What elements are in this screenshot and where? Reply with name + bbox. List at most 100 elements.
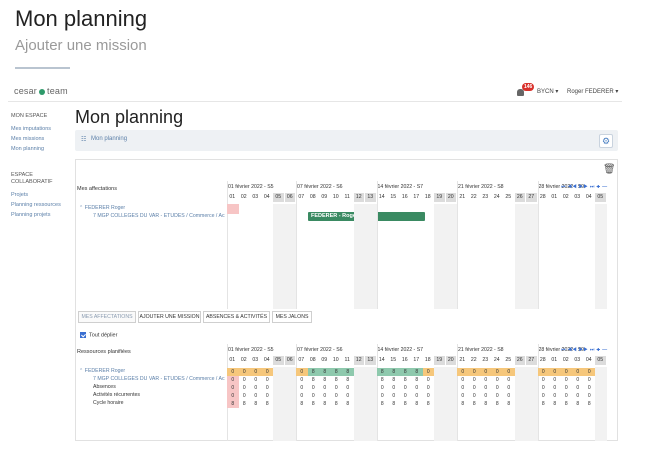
cycle-cell: 8 — [587, 401, 591, 407]
summary-cell: 8 — [319, 368, 331, 376]
day-header: 05 — [273, 356, 285, 365]
cycle-cell: 8 — [227, 400, 239, 408]
day-header: 10 — [331, 193, 342, 202]
absence-cell: 0 — [323, 385, 327, 391]
mission-cell: 0 — [576, 377, 580, 383]
sidebar-item-imputations[interactable]: Mes imputations — [11, 126, 51, 132]
sidebar-item-planning-ressources[interactable]: Planning ressources — [11, 202, 61, 208]
notification-badge[interactable]: 146 — [522, 83, 535, 91]
day-header: 05 — [595, 356, 607, 365]
gear-icon: ⚙ — [601, 136, 611, 146]
absence-cell: 0 — [265, 385, 269, 391]
app-logo[interactable]: cesar team — [14, 86, 68, 96]
day-header: 23 — [480, 193, 492, 202]
heading-divider — [15, 67, 70, 69]
day-header: 27 — [526, 193, 538, 202]
sidebar-item-planning-projets[interactable]: Planning projets — [11, 212, 50, 218]
weekend-column — [514, 367, 526, 441]
day-header: 21 — [457, 356, 469, 365]
absence-cell: 0 — [346, 385, 350, 391]
summary-cell: 8 — [388, 368, 400, 376]
weekend-column — [514, 204, 526, 309]
sidebar-item-missions[interactable]: Mes missions — [11, 136, 44, 142]
logo-text-left: cesar — [14, 86, 38, 96]
trash-icon[interactable]: 🗑 — [603, 164, 616, 175]
day-header: 15 — [388, 356, 400, 365]
day-header: 20 — [445, 193, 457, 202]
day-header: 28 — [538, 356, 549, 365]
sidebar-item-projets[interactable]: Projets — [11, 192, 28, 198]
expand-all-checkbox[interactable] — [80, 332, 86, 338]
resource-row-federer[interactable]: ⌃ FEDERER Roger — [79, 368, 125, 374]
timeline-nav-icons[interactable]: ⏮ ◀◀ ▶▶ ⏭ ✚ ━ — [561, 347, 608, 353]
recurrent-cell: 0 — [495, 393, 499, 399]
day-header: 11 — [342, 356, 354, 365]
day-header: 15 — [388, 193, 400, 202]
resources-grid: Ressources planifiées ⌃ FEDERER Roger 7 … — [76, 344, 617, 441]
mission-cell: 0 — [587, 377, 591, 383]
cycle-cell: 8 — [426, 401, 430, 407]
week-label: 14 février 2022 - S7 — [377, 184, 424, 190]
absence-cell: 0 — [403, 385, 407, 391]
mission-cell: 0 — [564, 377, 568, 383]
tab-mes-affectations[interactable]: Mes affectations — [78, 311, 136, 323]
recurrent-cell: 0 — [403, 393, 407, 399]
absence-cell: 0 — [242, 385, 246, 391]
timeline-nav-icons[interactable]: ⏮ ◀◀ ▶▶ ⏭ ✚ ━ — [561, 184, 608, 190]
day-header: 14 — [377, 193, 388, 202]
day-header: 26 — [514, 193, 526, 202]
summary-cell: 0 — [583, 368, 595, 376]
summary-cell: 0 — [560, 368, 572, 376]
day-header: 01 — [549, 193, 561, 202]
day-header: 02 — [239, 356, 250, 365]
row-head-divider — [227, 181, 228, 309]
company-dropdown[interactable]: BYCN ▾ — [537, 88, 558, 95]
assignment-mission-row[interactable]: 7 MGP COLLEGES DU VAR - ETUDES / Commerc… — [93, 213, 227, 219]
absence-cell: 0 — [415, 385, 419, 391]
day-header: 04 — [262, 356, 273, 365]
mission-cell: 0 — [472, 377, 476, 383]
recurrent-cell: 0 — [415, 393, 419, 399]
user-menu[interactable]: Roger FEDERER ▾ — [567, 88, 618, 95]
sidebar-section-collab-2: COLLABORATIF — [11, 179, 53, 185]
week-label: 01 février 2022 - S5 — [228, 347, 274, 353]
cycle-cell: 8 — [254, 401, 258, 407]
mission-cell: 0 — [484, 377, 488, 383]
mission-cell: 0 — [300, 377, 304, 383]
summary-cell: 0 — [537, 368, 549, 376]
main-title: Mon planning — [75, 107, 184, 127]
recurrent-cell: 0 — [254, 393, 258, 399]
tab-mes-jalons[interactable]: Mes jalons — [272, 311, 312, 323]
breadcrumb-label[interactable]: Mon planning — [91, 136, 127, 142]
assignment-resource-row[interactable]: ⌃ FEDERER Roger — [79, 205, 125, 211]
day-header: 01 — [227, 356, 239, 365]
absence-cell: 0 — [300, 385, 304, 391]
summary-cell: 8 — [411, 368, 423, 376]
tab-absences-activites[interactable]: Absences & activités — [203, 311, 270, 323]
expand-all-toggle[interactable]: Tout déplier — [80, 332, 117, 338]
resource-mission-row[interactable]: 7 MGP COLLEGES DU VAR - ETUDES / Commerc… — [93, 376, 227, 382]
recurrent-cell: 0 — [334, 393, 338, 399]
absence-cell: 0 — [553, 385, 557, 391]
recurrent-cell: 0 — [426, 393, 430, 399]
day-header: 09 — [319, 356, 331, 365]
week-label: 21 février 2022 - S8 — [458, 347, 504, 353]
day-header: 04 — [584, 193, 595, 202]
sidebar-item-planning[interactable]: Mon planning — [11, 146, 44, 152]
recurrent-cell: 0 — [346, 393, 350, 399]
day-header: 07 — [296, 356, 308, 365]
day-header: 16 — [400, 356, 411, 365]
day-header: 26 — [514, 356, 526, 365]
top-bar: cesar team 146 BYCN ▾ Roger FEDERER ▾ — [8, 82, 622, 102]
summary-cell: 0 — [422, 368, 434, 376]
recurrent-cell: 0 — [392, 393, 396, 399]
day-header: 08 — [308, 356, 319, 365]
cycle-cell: 8 — [576, 401, 580, 407]
tab-ajouter-mission[interactable]: Ajouter une mission — [138, 311, 201, 323]
settings-button[interactable]: ⚙ — [599, 134, 613, 148]
recurrent-cell: 0 — [484, 393, 488, 399]
absence-cell: 0 — [507, 385, 511, 391]
weekend-column — [434, 367, 446, 441]
mission-cell: 8 — [392, 377, 396, 383]
planning-panel: 🗑 Mes affectations ⌃ FEDERER Roger 7 MGP… — [75, 159, 618, 441]
